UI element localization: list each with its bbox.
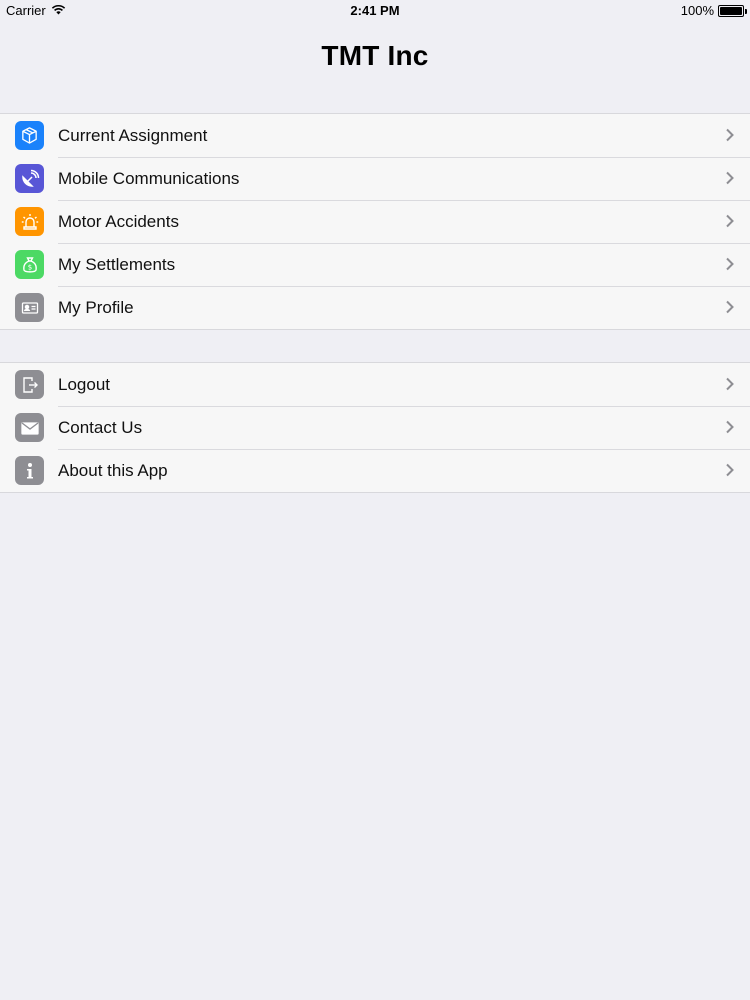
box-icon [15,121,44,150]
envelope-icon [15,413,44,442]
chevron-right-icon [726,463,734,477]
menu-item-current-assignment[interactable]: Current Assignment [0,114,750,157]
satellite-dish-icon [15,164,44,193]
status-time: 2:41 PM [350,3,400,18]
menu-group-secondary: Logout Contact Us About this App [0,362,750,493]
logout-icon [15,370,44,399]
menu-item-label: Contact Us [58,418,143,437]
menu-item-motor-accidents[interactable]: Motor Accidents [0,200,750,243]
menu-item-label: About this App [58,461,168,480]
status-right: 100% [680,3,747,18]
menu-item-label: My Profile [58,298,134,317]
menu-item-label: Current Assignment [58,126,208,145]
chevron-right-icon [726,128,734,142]
info-icon [15,456,44,485]
status-bar: Carrier 2:41 PM 100% [0,0,750,22]
id-card-icon [15,293,44,322]
chevron-right-icon [726,214,734,228]
menu-item-label: Mobile Communications [58,169,240,188]
money-bag-icon: $ [15,250,44,279]
menu-group-main: Current Assignment Mobile Communications [0,113,750,330]
chevron-right-icon [726,300,734,314]
siren-icon [15,207,44,236]
page-title: TMT Inc [321,40,429,71]
menu-item-label: Logout [58,375,110,394]
menu-item-contact-us[interactable]: Contact Us [0,406,750,449]
menu-item-mobile-communications[interactable]: Mobile Communications [0,157,750,200]
chevron-right-icon [726,420,734,434]
menu-item-about-this-app[interactable]: About this App [0,449,750,492]
menu-item-my-profile[interactable]: My Profile [0,286,750,329]
menu-item-my-settlements[interactable]: $ My Settlements [0,243,750,286]
svg-text:$: $ [27,263,31,271]
chevron-right-icon [726,171,734,185]
chevron-right-icon [726,257,734,271]
menu-item-label: Motor Accidents [58,212,179,231]
chevron-right-icon [726,377,734,391]
battery-percent: 100% [680,3,714,18]
menu-item-logout[interactable]: Logout [0,363,750,406]
battery-icon [718,4,747,17]
menu-item-label: My Settlements [58,255,176,274]
